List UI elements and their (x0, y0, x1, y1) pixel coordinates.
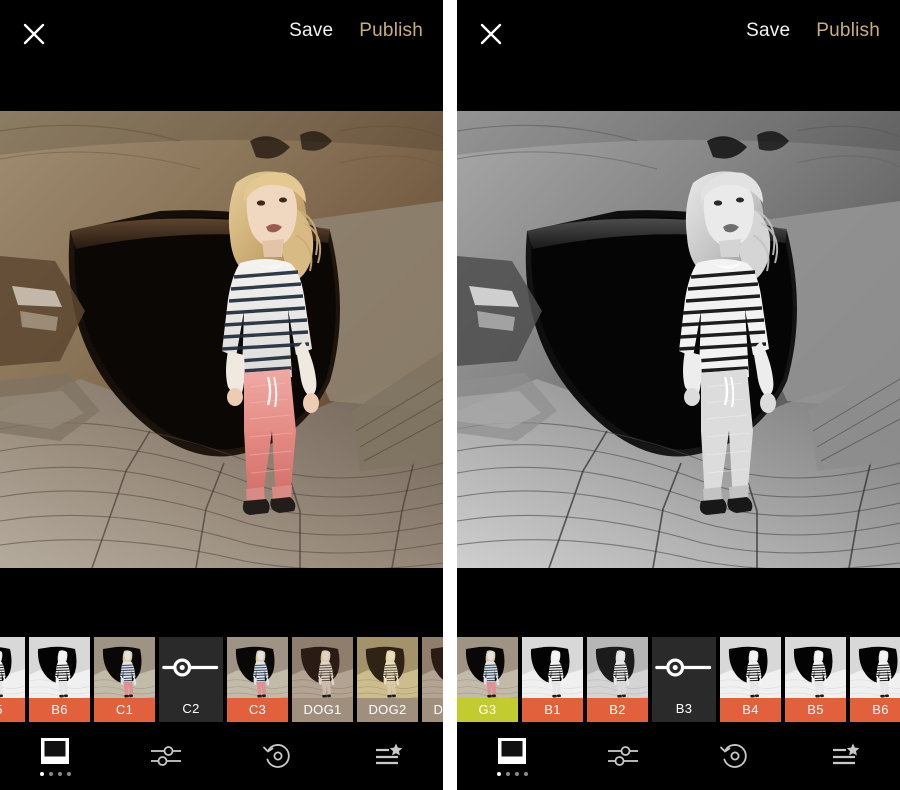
preset-label: C3 (227, 698, 288, 722)
preset-thumbnail (850, 637, 900, 698)
left-panel: Save Publish (0, 0, 443, 790)
page-dot-2 (49, 772, 53, 776)
preset-tile[interactable]: DOG1 (292, 637, 353, 722)
preset-label: B4 (720, 698, 781, 722)
tab-adjust[interactable] (111, 722, 222, 790)
tab-presets[interactable] (457, 722, 568, 790)
preset-thumbnail (0, 637, 25, 698)
preset-tile[interactable]: DOG3 (422, 637, 443, 722)
preset-tile[interactable]: B1 (522, 637, 583, 722)
preset-tile[interactable]: B6 (850, 637, 900, 722)
preset-tile[interactable]: B5 (785, 637, 846, 722)
two-panel-comparison: Save Publish (0, 0, 900, 790)
photo-preview-bw[interactable] (457, 111, 900, 568)
preset-page-dots (497, 772, 528, 776)
preset-label: DOG1 (292, 698, 353, 722)
save-button[interactable]: Save (289, 20, 333, 42)
preset-thumbnail (457, 637, 518, 698)
preset-thumbnail (357, 637, 418, 698)
preset-tile[interactable]: C2 (159, 637, 223, 722)
save-button[interactable]: Save (746, 20, 790, 42)
page-dot-3 (58, 772, 62, 776)
preset-tile[interactable]: B6 (29, 637, 90, 722)
preset-tile[interactable]: B2 (587, 637, 648, 722)
preset-tile[interactable]: C3 (227, 637, 288, 722)
preset-strength-slider[interactable] (159, 637, 223, 698)
top-bar: Save Publish (0, 0, 443, 111)
filmstrip-presets[interactable]: B5 B6 (0, 637, 443, 722)
preset-label: B5 (785, 698, 846, 722)
close-icon[interactable] (479, 22, 503, 46)
preset-label: DOG3 (422, 698, 443, 722)
preset-label: B6 (29, 698, 90, 722)
preset-thumbnail (422, 637, 443, 698)
preset-thumbnail (785, 637, 846, 698)
page-dot-3 (515, 772, 519, 776)
page-dot-1 (40, 772, 44, 776)
preset-label: B5 (0, 698, 25, 722)
tab-recipes[interactable] (789, 722, 900, 790)
preset-tile[interactable]: B3 (652, 637, 716, 722)
publish-button[interactable]: Publish (816, 20, 880, 42)
tab-presets[interactable] (0, 722, 111, 790)
preset-thumbnail (29, 637, 90, 698)
preset-label: B1 (522, 698, 583, 722)
right-panel: Save Publish (457, 0, 900, 790)
tab-history[interactable] (222, 722, 333, 790)
preset-page-dots (40, 772, 71, 776)
publish-button[interactable]: Publish (359, 20, 423, 42)
tab-adjust[interactable] (568, 722, 679, 790)
close-icon[interactable] (22, 22, 46, 46)
tab-history[interactable] (679, 722, 790, 790)
preset-label: G3 (457, 698, 518, 722)
page-dot-4 (67, 772, 71, 776)
preset-label: B3 (652, 698, 716, 722)
preset-thumbnail (587, 637, 648, 698)
photo-preview-color[interactable] (0, 111, 443, 568)
preset-thumbnail (227, 637, 288, 698)
tab-recipes[interactable] (332, 722, 443, 790)
top-bar-actions: Save Publish (289, 20, 423, 42)
preset-strength-slider[interactable] (652, 637, 716, 698)
preset-thumbnail (522, 637, 583, 698)
top-bar: Save Publish (457, 0, 900, 111)
top-bar-actions: Save Publish (746, 20, 880, 42)
preset-thumbnail (292, 637, 353, 698)
preset-label: C2 (159, 698, 223, 722)
filmstrip-presets[interactable]: G3 B1 (457, 637, 900, 722)
preset-label: B6 (850, 698, 900, 722)
bottom-toolbar (457, 722, 900, 790)
page-dot-4 (524, 772, 528, 776)
bottom-toolbar (0, 722, 443, 790)
panel-divider (443, 0, 457, 790)
preset-label: C1 (94, 698, 155, 722)
page-dot-2 (506, 772, 510, 776)
preset-label: B2 (587, 698, 648, 722)
preset-tile[interactable]: G3 (457, 637, 518, 722)
page-dot-1 (497, 772, 501, 776)
preset-tile[interactable]: C1 (94, 637, 155, 722)
preset-tile[interactable]: B5 (0, 637, 25, 722)
preset-label: DOG2 (357, 698, 418, 722)
preset-tile[interactable]: B4 (720, 637, 781, 722)
preset-tile[interactable]: DOG2 (357, 637, 418, 722)
preset-thumbnail (720, 637, 781, 698)
preset-thumbnail (94, 637, 155, 698)
